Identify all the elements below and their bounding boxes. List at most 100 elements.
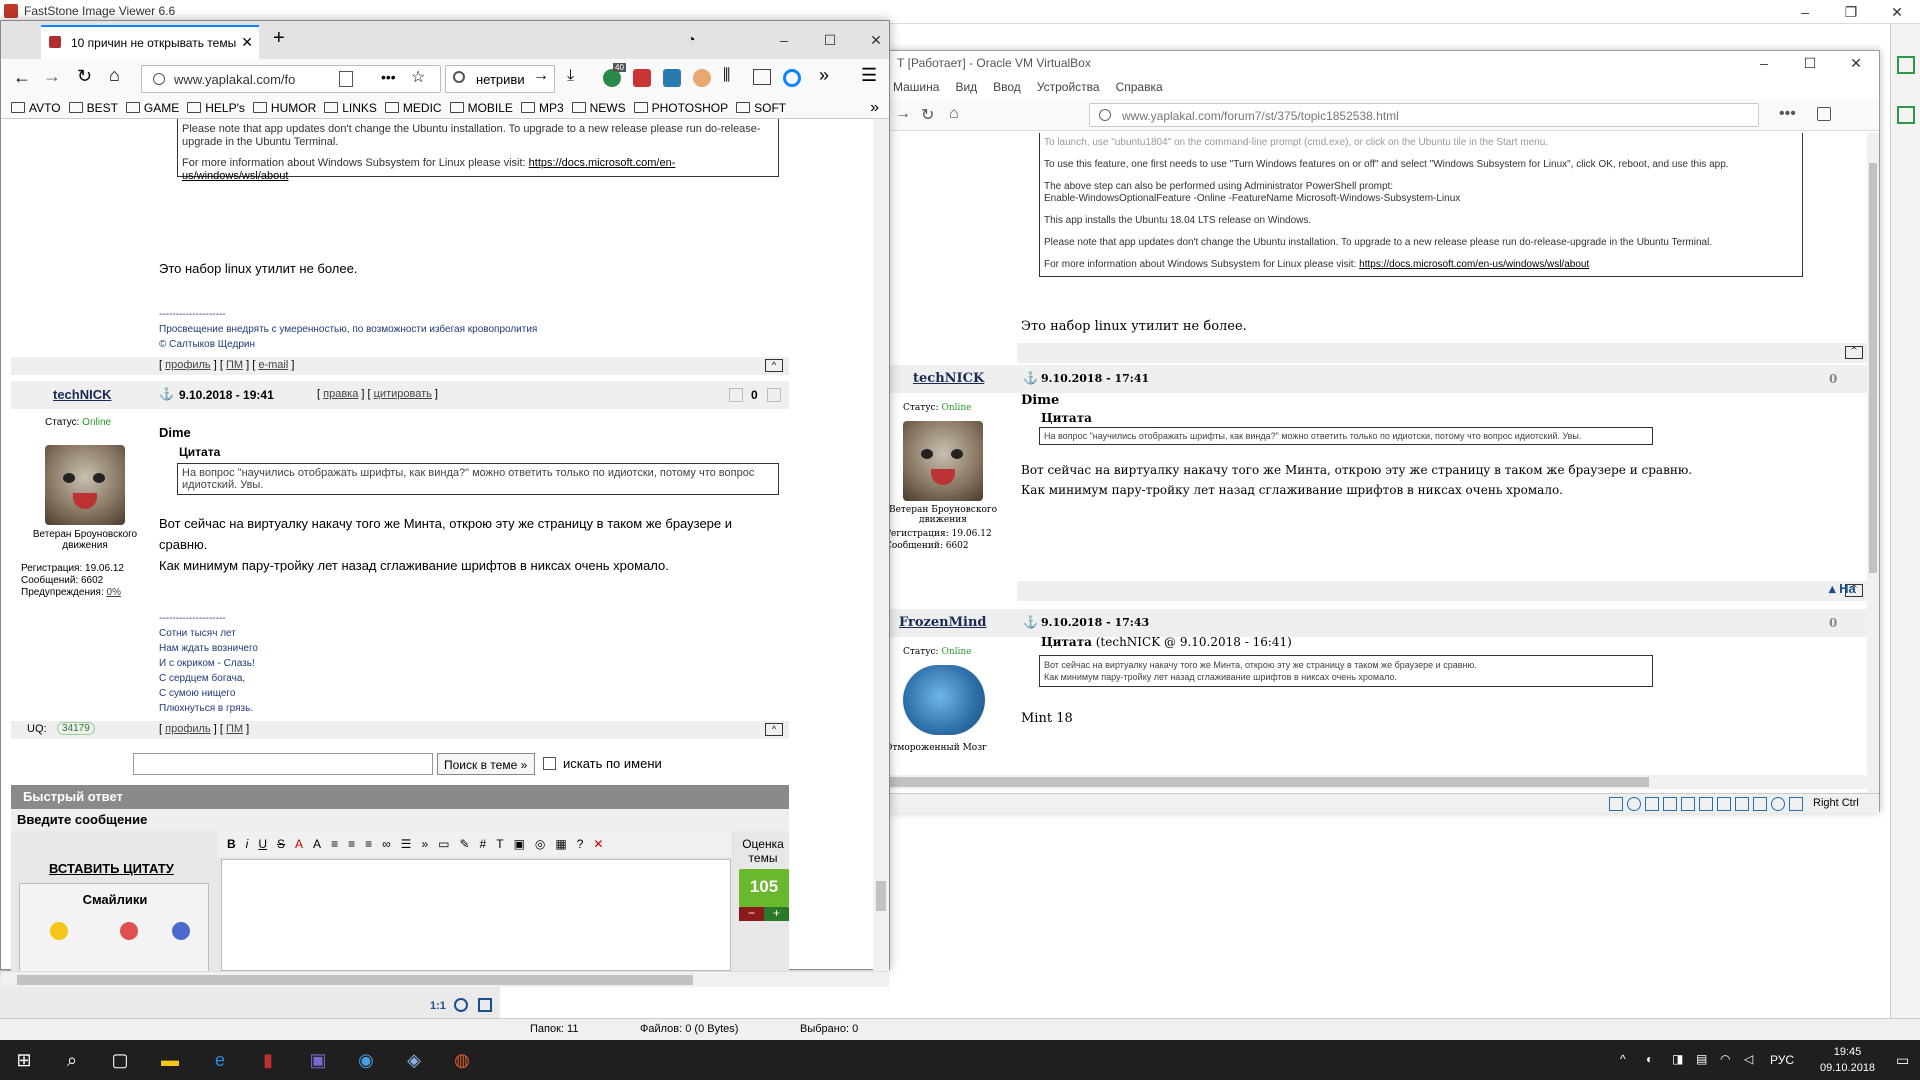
- extension-icon[interactable]: [783, 69, 801, 87]
- capture-icon[interactable]: [1735, 797, 1749, 811]
- zoom-full-icon[interactable]: [478, 998, 492, 1012]
- bookmark-folder[interactable]: GAME: [125, 101, 179, 115]
- edit-icon[interactable]: ✎: [459, 837, 469, 851]
- italic-icon[interactable]: i: [246, 837, 249, 851]
- tray-volume-icon[interactable]: ◁: [1744, 1052, 1753, 1066]
- avatar[interactable]: [45, 445, 125, 525]
- search-by-name-checkbox[interactable]: [543, 757, 556, 770]
- url-input[interactable]: www.yaplakal.com/fo: [141, 65, 441, 93]
- restore-icon[interactable]: ❐: [1828, 0, 1874, 24]
- maximize-icon[interactable]: ☐: [807, 21, 853, 59]
- mouse-integration-icon[interactable]: [1771, 797, 1785, 811]
- page-hscroll[interactable]: [1, 971, 889, 987]
- tray-language[interactable]: РУС: [1770, 1053, 1794, 1067]
- more-icon[interactable]: •••: [1779, 105, 1796, 123]
- guest-url-input[interactable]: www.yaplakal.com/forum7/st/375/topic1852…: [1089, 103, 1759, 127]
- zoom-fit-icon[interactable]: [454, 998, 468, 1012]
- info-icon[interactable]: [1099, 109, 1111, 121]
- bookmark-folder[interactable]: NEWS: [571, 101, 626, 115]
- help-icon[interactable]: ?: [577, 837, 584, 851]
- search-go-icon[interactable]: →: [533, 67, 549, 85]
- uq-badge[interactable]: 34179: [57, 722, 95, 735]
- start-icon[interactable]: ⊞: [10, 1046, 38, 1074]
- post-author[interactable]: techNICK: [913, 371, 984, 386]
- insert-quote-link[interactable]: ВСТАВИТЬ ЦИТАТУ: [49, 861, 174, 876]
- tray-app-icon[interactable]: ◨: [1672, 1052, 1683, 1066]
- profile-link[interactable]: профиль: [165, 359, 211, 371]
- hash-icon[interactable]: #: [480, 837, 487, 851]
- bookmark-folder[interactable]: HUMOR: [252, 101, 316, 115]
- bookmark-folder[interactable]: HELP's: [187, 101, 245, 115]
- video-icon[interactable]: ▦: [555, 837, 566, 851]
- underline-icon[interactable]: U: [258, 837, 267, 851]
- anchor-icon[interactable]: ⚓: [1023, 371, 1038, 385]
- smiley-alien-icon[interactable]: [172, 922, 190, 940]
- smiley-cool-icon[interactable]: [50, 922, 68, 940]
- align-left-icon[interactable]: ≡: [331, 837, 338, 851]
- font-color-icon[interactable]: A: [295, 837, 303, 851]
- page-vscroll[interactable]: [873, 119, 889, 971]
- anchor-icon[interactable]: ⚓: [159, 387, 174, 401]
- reader-view-icon[interactable]: [339, 71, 353, 87]
- download-icon[interactable]: ⤓: [567, 67, 574, 85]
- guest-hscroll[interactable]: [889, 775, 1867, 789]
- flash-icon[interactable]: ◎: [535, 837, 545, 851]
- email-link[interactable]: e-mail: [258, 359, 288, 371]
- scroll-thumb[interactable]: [889, 777, 1649, 787]
- scroll-top-icon[interactable]: ^: [1845, 346, 1863, 359]
- bookmark-folder[interactable]: AVTO: [11, 101, 61, 115]
- link-icon[interactable]: ∞: [382, 837, 391, 851]
- info-icon[interactable]: [153, 73, 165, 85]
- zoom-label[interactable]: 1:1: [430, 1000, 446, 1012]
- steam-icon[interactable]: ◉: [352, 1046, 380, 1074]
- scroll-top-icon[interactable]: ^: [765, 723, 783, 736]
- extension-icon[interactable]: [693, 69, 711, 87]
- back-icon[interactable]: ←: [9, 64, 35, 90]
- tray-flag-icon[interactable]: ▤: [1696, 1052, 1707, 1066]
- menu-help[interactable]: Справка: [1116, 80, 1163, 94]
- virtualbox-icon[interactable]: ◈: [400, 1046, 428, 1074]
- bookmark-folder[interactable]: MOBILE: [449, 101, 513, 115]
- cpu-icon[interactable]: [1753, 797, 1767, 811]
- avatar[interactable]: [903, 421, 983, 501]
- vote-up-icon[interactable]: [767, 388, 781, 402]
- rss-icon[interactable]: ◔: [687, 31, 695, 47]
- code-icon[interactable]: ▭: [438, 837, 449, 851]
- reload-icon[interactable]: ↻: [77, 66, 92, 87]
- home-icon[interactable]: ⌂: [109, 65, 120, 86]
- strike-icon[interactable]: S: [277, 837, 285, 851]
- image-icon[interactable]: ▣: [514, 837, 525, 851]
- minimize-icon[interactable]: –: [761, 21, 807, 59]
- align-center-icon[interactable]: ≡: [348, 837, 355, 851]
- more-icon[interactable]: »: [421, 837, 428, 851]
- message-textarea[interactable]: [221, 859, 731, 971]
- font-size-icon[interactable]: A: [313, 837, 321, 851]
- minimize-icon[interactable]: –: [1782, 0, 1828, 24]
- side-link[interactable]: ▴ На: [1829, 581, 1856, 597]
- tab-close-icon[interactable]: ✕: [241, 34, 253, 51]
- tab-active[interactable]: 10 причин не открывать темы ✕: [41, 25, 259, 59]
- keyboard-icon[interactable]: [1789, 797, 1803, 811]
- maximize-icon[interactable]: ☐: [1787, 51, 1833, 75]
- forward-icon[interactable]: →: [895, 105, 911, 123]
- pocket-icon[interactable]: [1817, 107, 1831, 121]
- cite-link[interactable]: цитировать: [374, 388, 432, 400]
- reload-icon[interactable]: ↻: [921, 105, 934, 125]
- floppy-app-icon[interactable]: ▣: [304, 1046, 332, 1074]
- bookmark-folder[interactable]: SOFT: [736, 101, 786, 115]
- pm-link[interactable]: ПМ: [226, 359, 243, 371]
- close-icon[interactable]: ✕: [1874, 0, 1920, 24]
- warn-value[interactable]: 0%: [107, 587, 121, 598]
- anchor-icon[interactable]: ⚓: [1023, 615, 1038, 629]
- search-icon[interactable]: ⌕: [58, 1046, 86, 1074]
- bookmark-folder[interactable]: BEST: [68, 101, 118, 115]
- notifications-icon[interactable]: ▭: [1896, 1052, 1909, 1069]
- new-tab-icon[interactable]: +: [273, 27, 285, 50]
- menu-input[interactable]: Ввод: [993, 80, 1021, 94]
- scroll-thumb[interactable]: [876, 881, 886, 911]
- text-icon[interactable]: T: [496, 837, 503, 851]
- extension-icon[interactable]: [633, 69, 651, 87]
- smiley-love-icon[interactable]: [120, 922, 138, 940]
- forward-icon[interactable]: →: [43, 66, 61, 87]
- firefox-icon[interactable]: ◍: [448, 1046, 476, 1074]
